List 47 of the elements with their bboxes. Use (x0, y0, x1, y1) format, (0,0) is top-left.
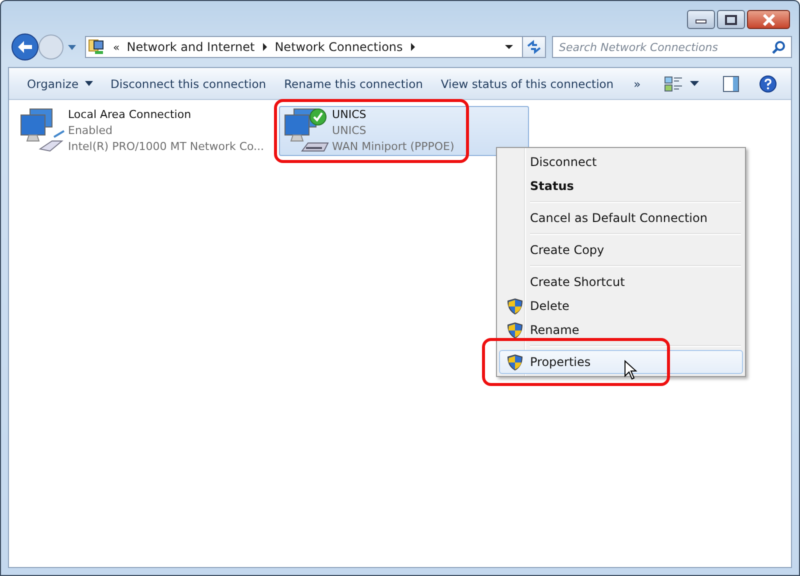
connection-name: Local Area Connection (68, 107, 192, 123)
toolbar-button[interactable]: View status of this connection (434, 72, 620, 94)
dropdown-arrow-icon (84, 81, 93, 86)
breadcrumb-overflow[interactable]: « (113, 40, 120, 54)
toolbar-button[interactable]: Rename this connection (278, 72, 429, 94)
network-folder-icon (88, 38, 106, 56)
mouse-pointer-icon (624, 360, 638, 380)
history-dropdown-icon[interactable] (67, 43, 77, 51)
search-field[interactable]: Search Network Connections (552, 36, 792, 58)
breadcrumb-arrow-icon[interactable] (410, 43, 416, 51)
menu-item[interactable]: Create Shortcut (499, 270, 743, 294)
connection-item[interactable]: UNICS UNICS WAN Miniport (PPPOE) (279, 106, 530, 156)
adapter-name: WAN Miniport (PPPOE) (332, 139, 454, 155)
connection-name: UNICS (332, 107, 368, 123)
more-button[interactable]: » (626, 72, 649, 94)
connection-status: UNICS (332, 123, 368, 139)
menu-item[interactable]: Create Copy (499, 238, 743, 262)
dropdown-arrow-icon[interactable] (690, 80, 699, 86)
menu-item[interactable]: Status (499, 174, 743, 198)
search-icon[interactable] (772, 40, 786, 54)
menu-item[interactable]: Rename (499, 318, 743, 342)
shield-icon (507, 298, 523, 314)
breadcrumb-arrow-icon[interactable] (262, 43, 268, 51)
refresh-button[interactable] (522, 36, 546, 58)
breadcrumb-item[interactable]: Network and Internet (126, 40, 255, 54)
adapter-name: Intel(R) PRO/1000 MT Network Co... (68, 139, 264, 155)
help-icon[interactable] (759, 74, 777, 92)
address-bar[interactable]: « Network and Internet Network Connections (85, 36, 523, 58)
toolbar-button[interactable]: Disconnect this connection (104, 72, 272, 94)
connection-item[interactable]: Local Area Connection Enabled Intel(R) PRO/1000 MT Network Co... (15, 106, 268, 156)
shield-icon (507, 354, 523, 370)
back-button[interactable] (11, 33, 39, 61)
breadcrumb-item[interactable]: Network Connections (274, 40, 403, 54)
dropdown-arrow-icon[interactable] (504, 44, 514, 50)
view-options-icon[interactable] (664, 76, 684, 92)
menu-item[interactable]: Cancel as Default Connection (499, 206, 743, 230)
connection-status: Enabled (68, 123, 114, 139)
menu-item[interactable]: Properties (499, 350, 743, 374)
menu-item[interactable]: Delete (499, 294, 743, 318)
minimize-button[interactable] (687, 10, 715, 29)
shield-icon (507, 322, 523, 338)
close-button[interactable] (747, 10, 790, 29)
preview-pane-icon[interactable] (723, 76, 739, 92)
close-icon (762, 14, 776, 26)
maximize-button[interactable] (717, 10, 745, 29)
maximize-icon (724, 14, 738, 24)
toolbar-button[interactable]: Organize (21, 72, 99, 94)
